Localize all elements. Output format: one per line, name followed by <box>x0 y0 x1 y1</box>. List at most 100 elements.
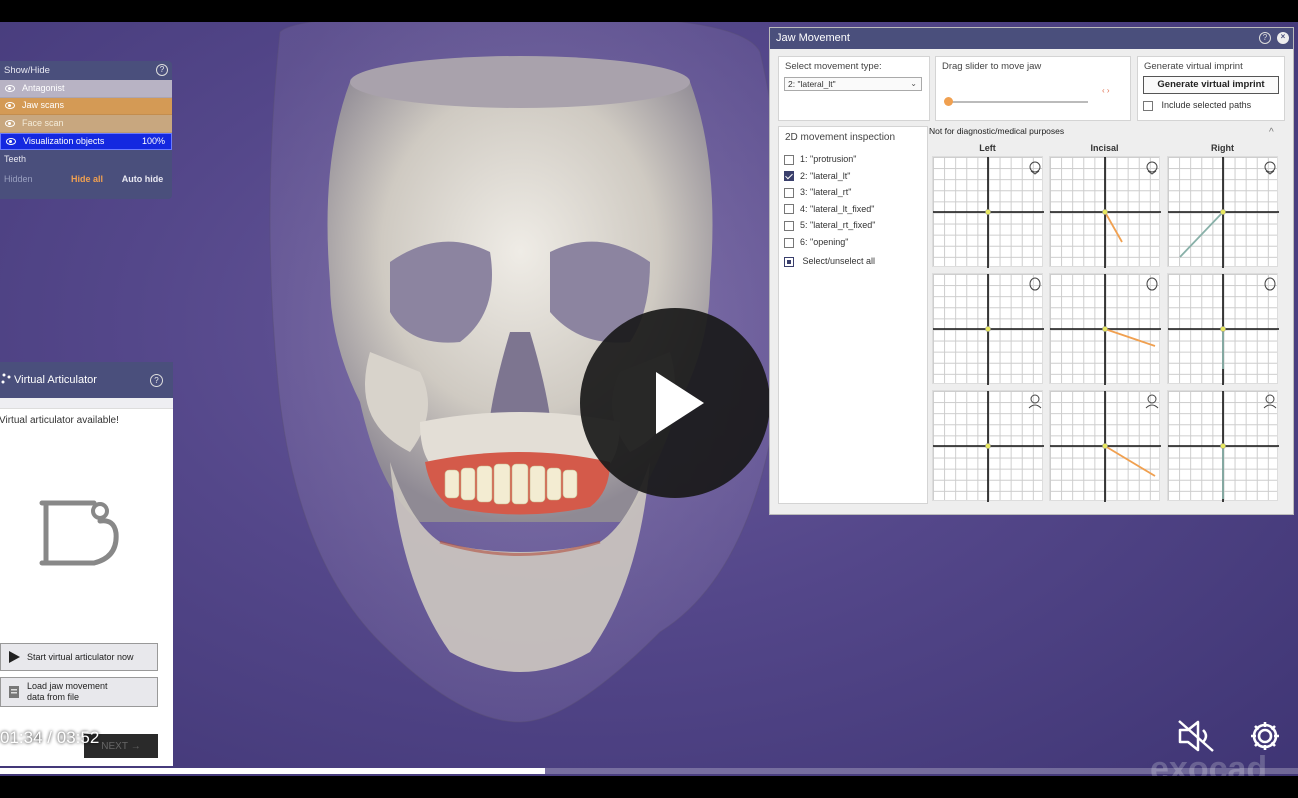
jaw-slider-track[interactable] <box>948 101 1088 103</box>
start-articulator-label: Start virtual articulator now <box>27 652 134 662</box>
jaw-movement-titlebar: Jaw Movement ? × <box>770 28 1293 49</box>
jaw-slider-handle[interactable] <box>944 97 953 106</box>
movement-option[interactable]: 1: "protrusion" <box>784 154 856 165</box>
movement-option[interactable]: 3: "lateral_rt" <box>784 187 851 198</box>
articulator-icon <box>1 373 11 384</box>
3d-viewport[interactable]: Show/Hide ? Antagonist Jaw scans Face sc… <box>0 15 1298 788</box>
start-articulator-button[interactable]: Start virtual articulator now <box>0 643 158 671</box>
jaw-movement-window: Jaw Movement ? × Select movement type: 2… <box>769 27 1294 515</box>
help-icon[interactable]: ? <box>156 64 168 76</box>
opacity-value: 100% <box>141 135 165 146</box>
movement-checkbox[interactable] <box>784 154 794 165</box>
movement-plot-cell <box>1167 390 1279 502</box>
movement-plot-cell <box>1167 273 1279 385</box>
movement-label: 6: "opening" <box>800 237 849 247</box>
eye-icon[interactable] <box>5 119 15 127</box>
movement-type-select[interactable]: 2: "lateral_lt" ⌄ <box>784 77 922 91</box>
include-paths-label: Include selected paths <box>1161 100 1252 110</box>
eye-icon[interactable] <box>5 102 15 110</box>
movement-option[interactable]: 4: "lateral_lt_fixed" <box>784 204 874 215</box>
movement-label: 3: "lateral_rt" <box>800 187 852 198</box>
time-separator: / <box>47 728 53 747</box>
head-orientation-icon <box>1146 277 1158 291</box>
play-icon <box>656 372 704 434</box>
movement-checkbox[interactable] <box>784 204 794 215</box>
select-all-checkbox[interactable] <box>784 256 794 267</box>
virtual-articulator-panel: Virtual Articulator ? Virtual articulato… <box>0 362 173 766</box>
inspection-title: 2D movement inspection <box>785 132 896 143</box>
help-icon[interactable]: ? <box>150 374 163 387</box>
movement-plot-cell <box>932 156 1044 268</box>
head-orientation-icon <box>1029 161 1041 175</box>
settings-gear-icon[interactable] <box>1248 718 1282 754</box>
row-label: Antagonist <box>22 82 65 93</box>
movement-label: 1: "protrusion" <box>800 154 857 164</box>
head-orientation-icon <box>1028 394 1042 409</box>
show-hide-row-face-scan[interactable]: Face scan <box>0 115 172 133</box>
volume-muted-icon[interactable] <box>1176 718 1216 754</box>
select-all-option[interactable]: Select/unselect all <box>784 256 875 267</box>
time-display: 01:34 / 03:52 <box>0 728 99 748</box>
play-button[interactable] <box>580 308 770 498</box>
hide-all-button[interactable]: Hide all <box>59 168 115 190</box>
movement-option[interactable]: 5: "lateral_rt_fixed" <box>784 220 876 232</box>
head-orientation-icon <box>1264 277 1276 291</box>
movement-checkbox[interactable] <box>784 237 794 248</box>
movement-plot-cell <box>932 273 1044 385</box>
movement-checkbox[interactable] <box>784 221 794 232</box>
articulator-illustration-icon <box>39 500 119 566</box>
jaw-movement-title: Jaw Movement <box>776 32 850 44</box>
row-label: Visualization objects <box>23 135 105 146</box>
auto-hide-button[interactable]: Auto hide <box>115 168 170 190</box>
eye-icon[interactable] <box>6 137 16 145</box>
arrow-right-icon: → <box>130 740 141 752</box>
generate-imprint-button[interactable]: Generate virtual imprint <box>1143 76 1279 94</box>
availability-text: Virtual articulator available! <box>0 415 119 426</box>
movement-plot-cell <box>1049 390 1161 502</box>
head-orientation-icon <box>1029 277 1041 291</box>
column-title-right: Right <box>1211 143 1234 153</box>
show-hide-row-visualization[interactable]: Visualization objects 100% <box>0 132 172 150</box>
chevron-down-icon: ⌄ <box>910 79 917 88</box>
show-hide-row-jaw-scans[interactable]: Jaw scans <box>0 97 172 115</box>
movement-inspection-list: 2D movement inspection 1: "protrusion" 2:… <box>778 126 928 504</box>
eye-icon[interactable] <box>5 84 15 92</box>
movement-plot-cell <box>1049 273 1161 385</box>
movement-checkbox[interactable] <box>784 171 794 182</box>
head-orientation-icon <box>1146 161 1158 175</box>
virtual-imprint-section: Generate virtual imprint Generate virtua… <box>1137 56 1285 121</box>
teeth-label[interactable]: Teeth <box>0 150 172 168</box>
head-orientation-icon <box>1145 394 1159 409</box>
help-icon[interactable]: ? <box>1259 32 1271 44</box>
movement-option[interactable]: 6: "opening" <box>784 237 848 248</box>
load-jaw-data-button[interactable]: Load jaw movement data from file <box>0 677 158 707</box>
movement-option[interactable]: 2: "lateral_lt" <box>784 171 850 182</box>
hidden-label: Hidden <box>4 174 33 184</box>
bottom-letterbox <box>0 776 1298 798</box>
movement-type-value: 2: "lateral_lt" <box>788 79 836 89</box>
virtual-imprint-label: Generate virtual imprint <box>1144 61 1243 72</box>
video-progress-bar[interactable] <box>0 768 1298 774</box>
head-orientation-icon <box>1264 161 1276 175</box>
include-paths-option[interactable]: Include selected paths <box>1143 100 1251 111</box>
movement-checkbox[interactable] <box>784 187 794 198</box>
movement-plot-cell <box>1167 156 1279 268</box>
virtual-articulator-body: Virtual articulator available! Start vir… <box>0 408 173 766</box>
collapse-icon[interactable]: ^ <box>1269 127 1274 138</box>
row-label: Jaw scans <box>22 100 65 110</box>
show-hide-header: Show/Hide ? <box>0 61 172 80</box>
show-hide-row-antagonist[interactable]: Antagonist <box>0 80 172 98</box>
column-title-left: Left <box>979 143 996 153</box>
movement-label: 4: "lateral_lt_fixed" <box>800 203 875 214</box>
slider-step-arrows-icon[interactable]: ‹ › <box>1102 86 1110 95</box>
movement-plot-cell <box>932 390 1044 502</box>
include-paths-checkbox[interactable] <box>1143 100 1153 111</box>
video-progress-fill <box>0 768 546 774</box>
close-icon[interactable]: × <box>1277 32 1289 44</box>
slider-label: Drag slider to move jaw <box>942 61 1042 72</box>
movement-label: 2: "lateral_lt" <box>800 170 851 181</box>
virtual-articulator-title: Virtual Articulator <box>14 374 97 386</box>
movement-plot-cell <box>1049 156 1161 268</box>
movement-label: 5: "lateral_rt_fixed" <box>800 220 876 231</box>
slider-section: Drag slider to move jaw ‹ › <box>935 56 1131 121</box>
